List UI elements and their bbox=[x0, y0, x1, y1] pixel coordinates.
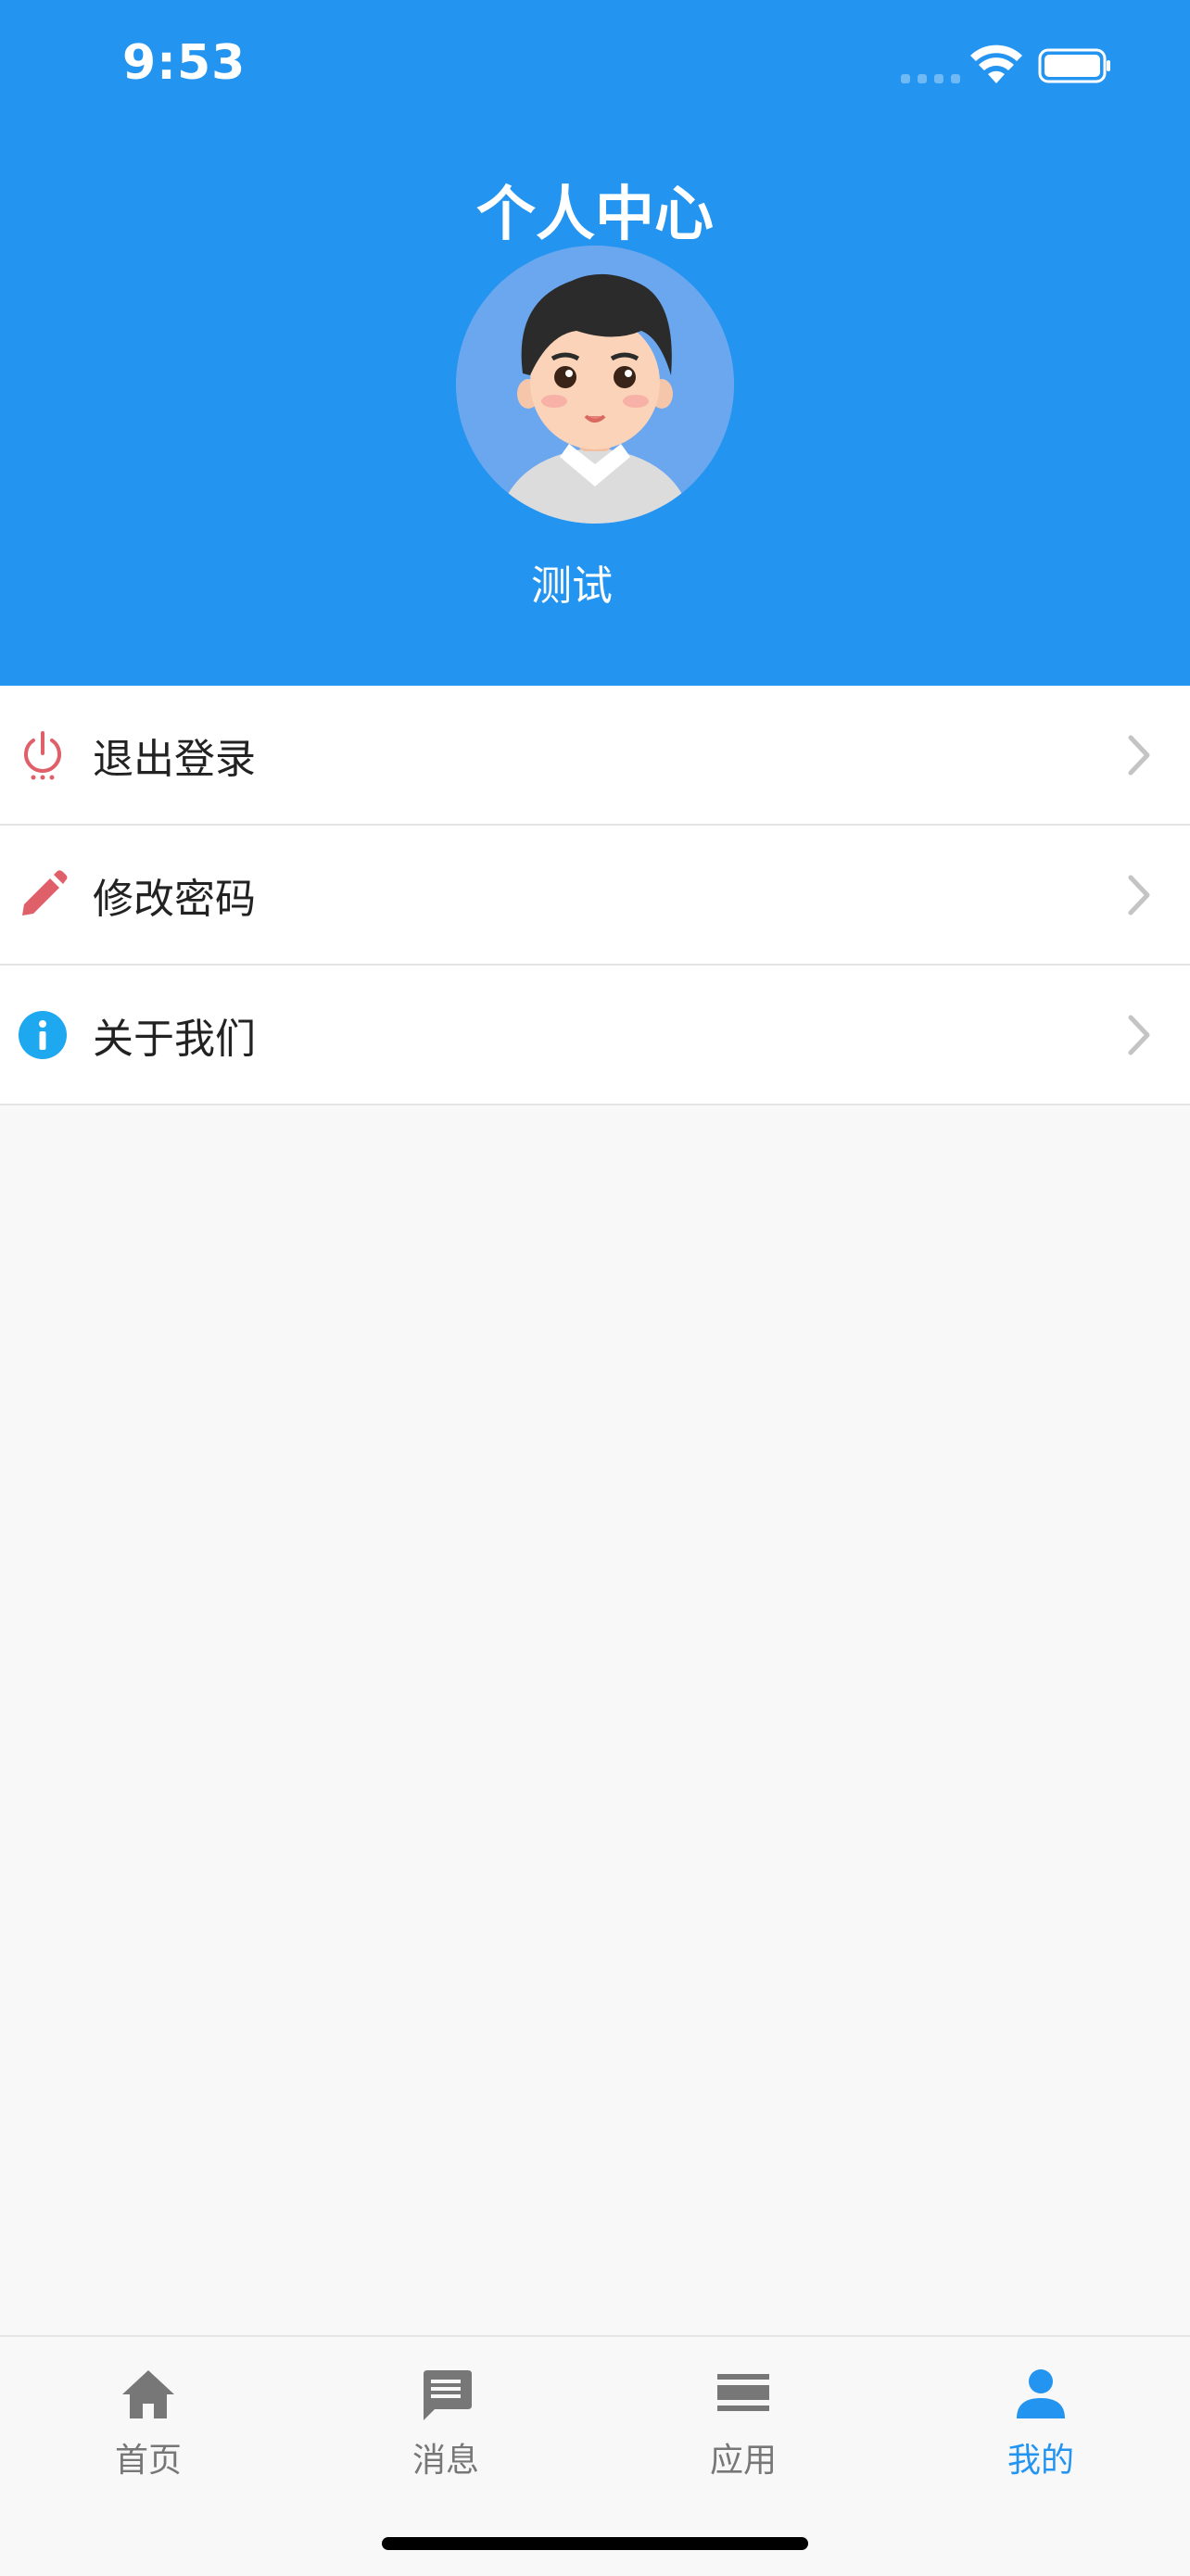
cellular-signal-icon bbox=[901, 74, 960, 83]
chevron-right-icon bbox=[1128, 1015, 1150, 1054]
tab-label: 我的 bbox=[1006, 2442, 1074, 2480]
tab-apps[interactable]: 应用 bbox=[651, 2365, 836, 2481]
tab-label: 应用 bbox=[709, 2442, 777, 2480]
tab-label: 首页 bbox=[114, 2442, 182, 2480]
wifi-icon bbox=[970, 44, 1022, 83]
message-icon bbox=[424, 2370, 472, 2420]
profile-header: 9:53 个人中心 测试 bbox=[0, 0, 1190, 686]
menu-item-label: 退出登录 bbox=[93, 735, 256, 783]
person-icon bbox=[1017, 2369, 1065, 2418]
settings-menu: 退出登录 修改密码 关于我们 bbox=[0, 686, 1190, 1105]
menu-item-change-password[interactable]: 修改密码 bbox=[0, 826, 1190, 966]
chevron-right-icon bbox=[1128, 735, 1150, 775]
home-icon bbox=[122, 2370, 174, 2418]
username: 测试 bbox=[531, 562, 613, 610]
menu-item-logout[interactable]: 退出登录 bbox=[0, 686, 1190, 826]
home-indicator bbox=[382, 2537, 808, 2550]
menu-item-about-us[interactable]: 关于我们 bbox=[0, 966, 1190, 1105]
apps-icon bbox=[717, 2374, 769, 2411]
info-icon bbox=[19, 1010, 67, 1059]
page-title: 个人中心 bbox=[476, 181, 714, 249]
menu-item-label: 修改密码 bbox=[93, 875, 256, 923]
avatar[interactable] bbox=[456, 246, 734, 524]
avatar-illustration bbox=[456, 246, 734, 524]
status-time: 9:53 bbox=[122, 35, 247, 91]
chevron-right-icon bbox=[1128, 875, 1150, 915]
battery-icon bbox=[1038, 48, 1110, 83]
tab-home[interactable]: 首页 bbox=[56, 2365, 241, 2481]
power-icon bbox=[24, 730, 61, 779]
tab-messages[interactable]: 消息 bbox=[353, 2365, 538, 2481]
tab-mine[interactable]: 我的 bbox=[948, 2365, 1133, 2481]
menu-item-label: 关于我们 bbox=[93, 1015, 256, 1063]
pencil-icon bbox=[22, 869, 68, 915]
tab-label: 消息 bbox=[411, 2442, 479, 2480]
